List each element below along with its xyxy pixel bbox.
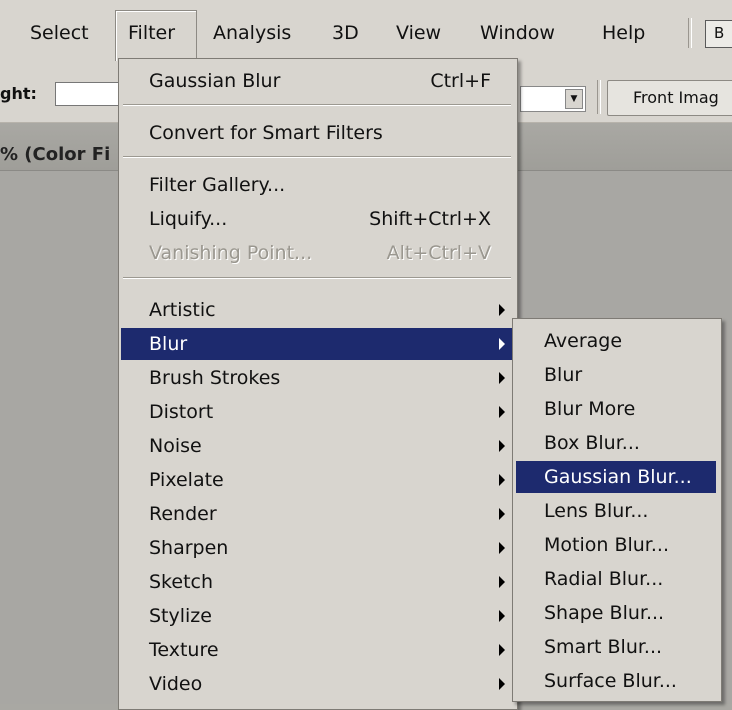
- stylize-label: Stylize: [149, 605, 212, 627]
- menu-separator: [123, 277, 511, 279]
- vanishing-point-shortcut: Alt+Ctrl+V: [386, 242, 491, 264]
- box-blur-label: Box Blur...: [544, 432, 640, 454]
- submenu-arrow-icon: [499, 610, 505, 622]
- menu-item-filter-gallery[interactable]: Filter Gallery...: [121, 169, 513, 201]
- menu-view[interactable]: View: [396, 22, 441, 44]
- front-image-label: Front Imag: [633, 88, 719, 107]
- menu-item-blur[interactable]: Blur: [121, 328, 513, 360]
- motion-blur-label: Motion Blur...: [544, 534, 669, 556]
- menu-separator: [123, 104, 511, 106]
- menu-item-noise[interactable]: Noise: [121, 430, 513, 462]
- shape-blur-label: Shape Blur...: [544, 602, 665, 624]
- lens-blur-label: Lens Blur...: [544, 500, 649, 522]
- brush-strokes-label: Brush Strokes: [149, 367, 281, 389]
- menubar-separator: [688, 18, 692, 48]
- submenu-item-shape-blur[interactable]: Shape Blur...: [516, 597, 716, 629]
- submenu-arrow-icon: [499, 406, 505, 418]
- submenu-item-smart-blur[interactable]: Smart Blur...: [516, 631, 716, 663]
- submenu-item-gaussian-blur[interactable]: Gaussian Blur...: [516, 461, 716, 493]
- chevron-down-icon[interactable]: ▼: [565, 89, 583, 109]
- last-filter-label: Gaussian Blur: [149, 70, 281, 92]
- menu-item-brush-strokes[interactable]: Brush Strokes: [121, 362, 513, 394]
- bridge-button[interactable]: B: [705, 20, 732, 48]
- submenu-item-motion-blur[interactable]: Motion Blur...: [516, 529, 716, 561]
- menu-item-last-filter[interactable]: Gaussian Blur Ctrl+F: [121, 65, 513, 97]
- menu-item-liquify[interactable]: Liquify... Shift+Ctrl+X: [121, 203, 513, 235]
- submenu-item-lens-blur[interactable]: Lens Blur...: [516, 495, 716, 527]
- liquify-shortcut: Shift+Ctrl+X: [369, 208, 491, 230]
- menu-filter[interactable]: Filter: [115, 10, 197, 61]
- menu-item-artistic[interactable]: Artistic: [121, 294, 513, 326]
- blur-more-label: Blur More: [544, 398, 636, 420]
- menu-3d[interactable]: 3D: [332, 22, 359, 44]
- menu-item-sharpen[interactable]: Sharpen: [121, 532, 513, 564]
- menu-item-render[interactable]: Render: [121, 498, 513, 530]
- bridge-button-label: B: [714, 24, 725, 42]
- submenu-arrow-icon: [499, 678, 505, 690]
- gaussian-blur-label: Gaussian Blur...: [544, 466, 692, 488]
- blur-label: Blur: [149, 333, 188, 355]
- last-filter-shortcut: Ctrl+F: [430, 70, 491, 92]
- menu-item-pixelate[interactable]: Pixelate: [121, 464, 513, 496]
- noise-label: Noise: [149, 435, 202, 457]
- artistic-label: Artistic: [149, 299, 216, 321]
- submenu-item-average[interactable]: Average: [516, 325, 716, 357]
- blur-item-label: Blur: [544, 364, 583, 386]
- pixelate-label: Pixelate: [149, 469, 224, 491]
- submenu-arrow-icon: [499, 440, 505, 452]
- submenu-item-blur[interactable]: Blur: [516, 359, 716, 391]
- menu-bar: Select Filter Analysis 3D View Window He…: [0, 0, 732, 63]
- submenu-item-surface-blur[interactable]: Surface Blur...: [516, 665, 716, 697]
- submenu-arrow-icon: [499, 576, 505, 588]
- blur-submenu: Average Blur Blur More Box Blur... Gauss…: [512, 318, 722, 702]
- menu-item-vanishing-point: Vanishing Point... Alt+Ctrl+V: [121, 237, 513, 269]
- menu-select[interactable]: Select: [30, 22, 89, 44]
- video-label: Video: [149, 673, 203, 695]
- menu-item-texture[interactable]: Texture: [121, 634, 513, 666]
- submenu-arrow-icon: [499, 508, 505, 520]
- front-image-button[interactable]: Front Imag: [607, 80, 732, 116]
- filter-gallery-label: Filter Gallery...: [149, 174, 286, 196]
- menu-item-convert-smart-filters[interactable]: Convert for Smart Filters: [121, 117, 513, 149]
- average-label: Average: [544, 330, 623, 352]
- convert-smart-label: Convert for Smart Filters: [149, 122, 383, 144]
- filter-menu: Gaussian Blur Ctrl+F Convert for Smart F…: [118, 58, 518, 710]
- distort-label: Distort: [149, 401, 214, 423]
- submenu-arrow-icon: [499, 304, 505, 316]
- height-label: ght:: [0, 84, 37, 103]
- texture-label: Texture: [149, 639, 219, 661]
- submenu-arrow-icon: [499, 474, 505, 486]
- surface-blur-label: Surface Blur...: [544, 670, 677, 692]
- menu-item-distort[interactable]: Distort: [121, 396, 513, 428]
- menu-separator: [123, 156, 511, 158]
- menu-item-video[interactable]: Video: [121, 668, 513, 700]
- height-input[interactable]: [55, 82, 127, 106]
- menu-item-stylize[interactable]: Stylize: [121, 600, 513, 632]
- menu-help[interactable]: Help: [602, 22, 645, 44]
- menu-filter-label: Filter: [128, 22, 176, 44]
- submenu-arrow-icon: [499, 542, 505, 554]
- radial-blur-label: Radial Blur...: [544, 568, 664, 590]
- submenu-arrow-icon: [499, 644, 505, 656]
- menu-analysis[interactable]: Analysis: [213, 22, 291, 44]
- vanishing-point-label: Vanishing Point...: [149, 242, 313, 264]
- render-label: Render: [149, 503, 217, 525]
- liquify-label: Liquify...: [149, 208, 228, 230]
- submenu-item-blur-more[interactable]: Blur More: [516, 393, 716, 425]
- sharpen-label: Sharpen: [149, 537, 229, 559]
- resolution-dropdown[interactable]: ▼: [520, 86, 586, 112]
- submenu-item-box-blur[interactable]: Box Blur...: [516, 427, 716, 459]
- smart-blur-label: Smart Blur...: [544, 636, 663, 658]
- menu-item-sketch[interactable]: Sketch: [121, 566, 513, 598]
- sketch-label: Sketch: [149, 571, 214, 593]
- menu-window[interactable]: Window: [480, 22, 555, 44]
- optbar-separator: [597, 80, 601, 114]
- submenu-arrow-icon: [499, 338, 505, 350]
- submenu-arrow-icon: [499, 372, 505, 384]
- submenu-item-radial-blur[interactable]: Radial Blur...: [516, 563, 716, 595]
- document-title: % (Color Fi: [0, 144, 111, 165]
